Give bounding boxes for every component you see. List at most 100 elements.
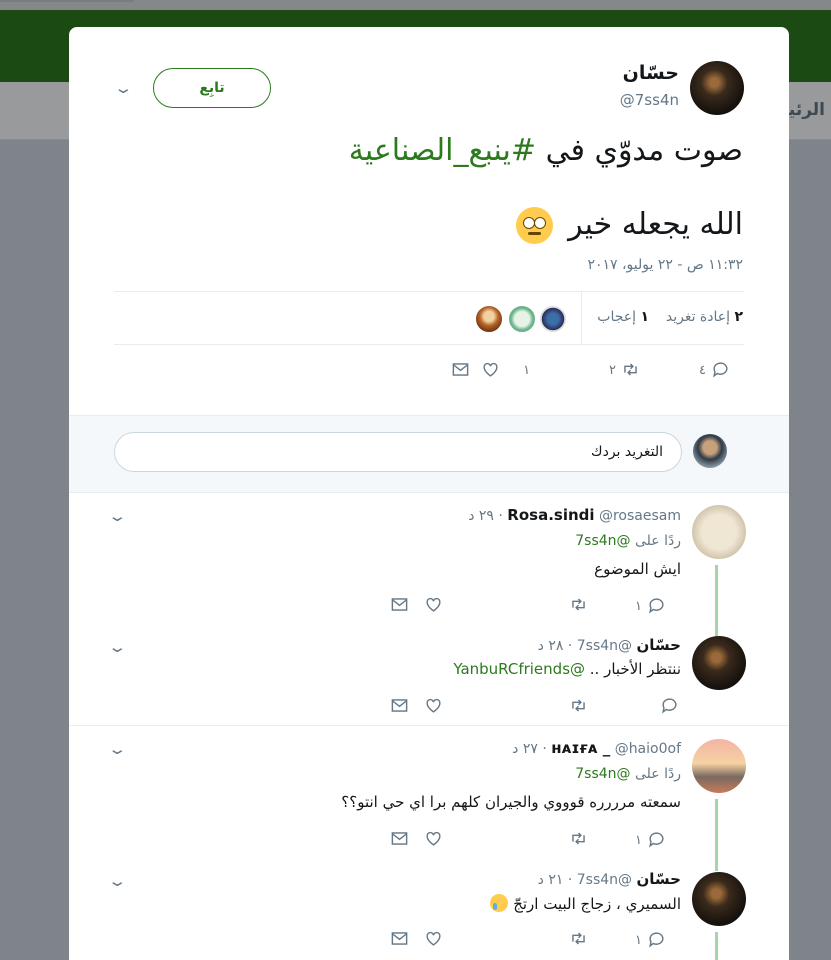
eye-roll-emoji-icon bbox=[515, 207, 553, 244]
reply-action[interactable]: ٤ bbox=[699, 359, 730, 381]
retweet-icon[interactable] bbox=[569, 696, 588, 715]
liker-avatar[interactable] bbox=[508, 305, 536, 333]
reply-author-name[interactable]: ʜᴀɪғᴀ _ bbox=[551, 739, 610, 757]
retweets-count: ٢ bbox=[734, 309, 743, 325]
reply-action[interactable]: ١ bbox=[635, 829, 666, 849]
reply-count: ١ bbox=[635, 933, 642, 948]
reply-time[interactable]: · ٢٧ د bbox=[512, 741, 547, 757]
envelope-icon[interactable] bbox=[390, 696, 409, 715]
retweets-stat[interactable]: ٢ إعادة تغريد bbox=[666, 309, 743, 325]
reply-time[interactable]: · ٢٨ د bbox=[538, 638, 573, 654]
reply-text-body: السميري ، زجاج البيت ارتجّ bbox=[513, 895, 681, 913]
reply-author-handle[interactable]: @7ss4n bbox=[577, 872, 632, 888]
replying-to-handle[interactable]: @7ss4n bbox=[575, 533, 630, 549]
reply-icon bbox=[649, 932, 664, 948]
reply-header: حسّان @7ss4n · ٢٨ د bbox=[538, 636, 681, 654]
reply-count: ٤ bbox=[699, 363, 706, 378]
reply-author-handle[interactable]: @haio0of bbox=[615, 741, 681, 757]
reply-text: السميري ، زجاج البيت ارتجّ bbox=[490, 894, 681, 913]
thread-line bbox=[715, 799, 718, 871]
replying-to-label: ردًا على bbox=[635, 766, 681, 782]
reply-icon[interactable] bbox=[660, 696, 679, 715]
reply-action[interactable]: ١ bbox=[635, 595, 666, 615]
reply-time[interactable]: · ٢٩ د bbox=[468, 508, 503, 524]
replying-to: ردًا على @7ss4n bbox=[575, 766, 681, 782]
divider bbox=[69, 725, 789, 726]
reply-input[interactable] bbox=[114, 432, 682, 472]
envelope-icon[interactable] bbox=[390, 829, 409, 848]
reply-icon bbox=[649, 832, 664, 848]
divider bbox=[114, 291, 744, 292]
reply-avatar[interactable] bbox=[692, 872, 746, 926]
likes-stat[interactable]: ١ إعجاب bbox=[597, 309, 649, 325]
heart-icon[interactable] bbox=[424, 595, 443, 614]
retweet-count: ٢ bbox=[609, 363, 616, 378]
reply-avatar[interactable] bbox=[692, 505, 746, 559]
retweet-icon[interactable] bbox=[569, 929, 588, 948]
tweet-text: الله يجعله خير bbox=[568, 207, 743, 242]
chevron-down-icon[interactable]: ⌄ bbox=[113, 79, 133, 97]
reply-text: ايش الموضوع bbox=[594, 560, 681, 578]
chevron-down-icon[interactable]: ⌄ bbox=[107, 638, 127, 656]
reply-header: ʜᴀɪғᴀ _ @haio0of · ٢٧ د bbox=[512, 739, 681, 757]
likes-count: ١ bbox=[640, 309, 649, 325]
tweet-modal: حسّان @7ss4n تابِع ⌄ صوت مدوّي في #ينبع_… bbox=[69, 27, 789, 960]
liker-avatar[interactable] bbox=[475, 305, 503, 333]
envelope-icon bbox=[452, 363, 469, 376]
reply-avatar[interactable] bbox=[692, 636, 746, 690]
reply-count: ١ bbox=[635, 833, 642, 848]
reply-author-handle[interactable]: @rosaesam bbox=[599, 508, 681, 524]
replying-to-handle[interactable]: @7ss4n bbox=[575, 766, 630, 782]
divider bbox=[581, 292, 582, 344]
reply-icon bbox=[713, 362, 728, 378]
chevron-down-icon[interactable]: ⌄ bbox=[107, 740, 127, 758]
retweets-label: إعادة تغريد bbox=[665, 309, 730, 325]
liker-avatar[interactable] bbox=[539, 305, 567, 333]
heart-icon bbox=[483, 362, 498, 377]
like-count: ١ bbox=[523, 363, 531, 378]
reply-author-handle[interactable]: @7ss4n bbox=[577, 638, 632, 654]
retweet-icon[interactable] bbox=[569, 595, 588, 614]
replying-to: ردًا على @7ss4n bbox=[575, 533, 681, 549]
chevron-down-icon[interactable]: ⌄ bbox=[107, 507, 127, 525]
heart-icon[interactable] bbox=[424, 696, 443, 715]
current-user-avatar bbox=[693, 434, 727, 468]
dm-action[interactable] bbox=[451, 359, 470, 381]
replying-to-label: ردًا على bbox=[635, 533, 681, 549]
reply-action[interactable]: ١ bbox=[635, 929, 666, 949]
reply-author-name[interactable]: حسّان bbox=[636, 636, 681, 654]
divider bbox=[114, 344, 744, 345]
follow-button[interactable]: تابِع bbox=[153, 68, 271, 108]
author-name[interactable]: حسّان bbox=[623, 62, 679, 84]
heart-icon[interactable] bbox=[424, 929, 443, 948]
reply-header: Rosa.sindi @rosaesam · ٢٩ د bbox=[468, 506, 681, 524]
envelope-icon[interactable] bbox=[390, 595, 409, 614]
reply-time[interactable]: · ٢١ د bbox=[538, 872, 573, 888]
like-action[interactable]: ١ bbox=[481, 359, 530, 381]
reply-author-name[interactable]: Rosa.sindi bbox=[507, 506, 594, 524]
reply-avatar[interactable] bbox=[692, 739, 746, 793]
heart-icon[interactable] bbox=[424, 829, 443, 848]
author-handle[interactable]: @7ss4n bbox=[620, 91, 679, 109]
tweet-text: صوت مدوّي في bbox=[536, 133, 743, 168]
retweet-action[interactable]: ٢ bbox=[609, 359, 640, 381]
author-avatar[interactable] bbox=[690, 61, 744, 115]
thread-line bbox=[715, 932, 718, 960]
reply-icon bbox=[649, 598, 664, 614]
reply-header: حسّان @7ss4n · ٢١ د bbox=[538, 870, 681, 888]
thread-line bbox=[715, 565, 718, 639]
reply-count: ١ bbox=[635, 599, 642, 614]
mention-link[interactable]: @YanbuRCfriends bbox=[453, 660, 585, 678]
chevron-down-icon[interactable]: ⌄ bbox=[107, 872, 127, 890]
reply-author-name[interactable]: حسّان bbox=[636, 870, 681, 888]
reply-text: ننتظر الأخبار .. @YanbuRCfriends bbox=[453, 660, 681, 678]
tweet-text-line1: صوت مدوّي في #ينبع_الصناعية bbox=[103, 131, 743, 171]
retweet-icon bbox=[624, 363, 637, 376]
sad-face-emoji-icon bbox=[490, 894, 509, 912]
hashtag-link[interactable]: #ينبع_الصناعية bbox=[349, 133, 536, 168]
reply-text: سمعته مرررره قوووي والجيران كلهم برا اي … bbox=[341, 793, 681, 811]
retweet-icon[interactable] bbox=[569, 829, 588, 848]
envelope-icon[interactable] bbox=[390, 929, 409, 948]
tweet-timestamp[interactable]: ١١:٣٢ ص - ٢٢ يوليو، ٢٠١٧ bbox=[587, 257, 743, 273]
likes-label: إعجاب bbox=[597, 309, 636, 325]
